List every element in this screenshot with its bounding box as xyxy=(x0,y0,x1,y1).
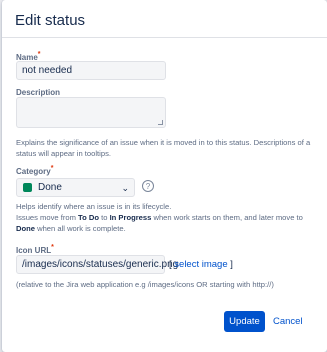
done-color-swatch xyxy=(23,183,32,192)
select-image-control: [ select image ] xyxy=(169,259,233,270)
category-selected-value: Done xyxy=(38,182,62,193)
description-label: Description xyxy=(16,88,61,97)
select-image-link[interactable]: select image xyxy=(174,259,227,270)
category-help-line1: Helps identify where an issue is in its … xyxy=(16,202,172,211)
icon-url-help: (relative to the Jira web application e.… xyxy=(16,280,274,289)
dialog-title: Edit status xyxy=(15,12,86,29)
cancel-button[interactable]: Cancel xyxy=(273,311,303,332)
icon-url-input[interactable]: /images/icons/statuses/generic.png xyxy=(16,255,178,274)
chevron-down-icon: ⌄ xyxy=(121,183,129,193)
icon-url-label-text: Icon URL xyxy=(16,246,52,255)
description-help: Explains the significance of an issue wh… xyxy=(16,138,311,158)
required-mark: * xyxy=(50,165,54,172)
description-textarea[interactable] xyxy=(16,97,166,128)
icon-url-label: Icon URL* xyxy=(16,244,54,255)
name-input[interactable]: not needed xyxy=(16,61,166,80)
resize-handle-icon[interactable] xyxy=(158,120,163,125)
category-label: Category* xyxy=(16,165,54,176)
edit-status-dialog: Edit status Name* not needed Description… xyxy=(2,0,327,352)
required-mark: * xyxy=(51,244,54,251)
category-help-line3: Done when all work is complete. xyxy=(16,224,126,233)
category-help-line2: Issues move from To Do to In Progress wh… xyxy=(16,213,303,222)
category-label-text: Category xyxy=(16,167,51,176)
required-mark: * xyxy=(37,51,41,58)
title-divider xyxy=(2,37,327,38)
help-question-icon[interactable]: ? xyxy=(142,180,154,192)
category-help: Helps identify where an issue is in its … xyxy=(16,201,326,234)
update-button[interactable]: Update xyxy=(224,311,265,332)
category-select[interactable]: Done ⌄ xyxy=(16,178,135,197)
